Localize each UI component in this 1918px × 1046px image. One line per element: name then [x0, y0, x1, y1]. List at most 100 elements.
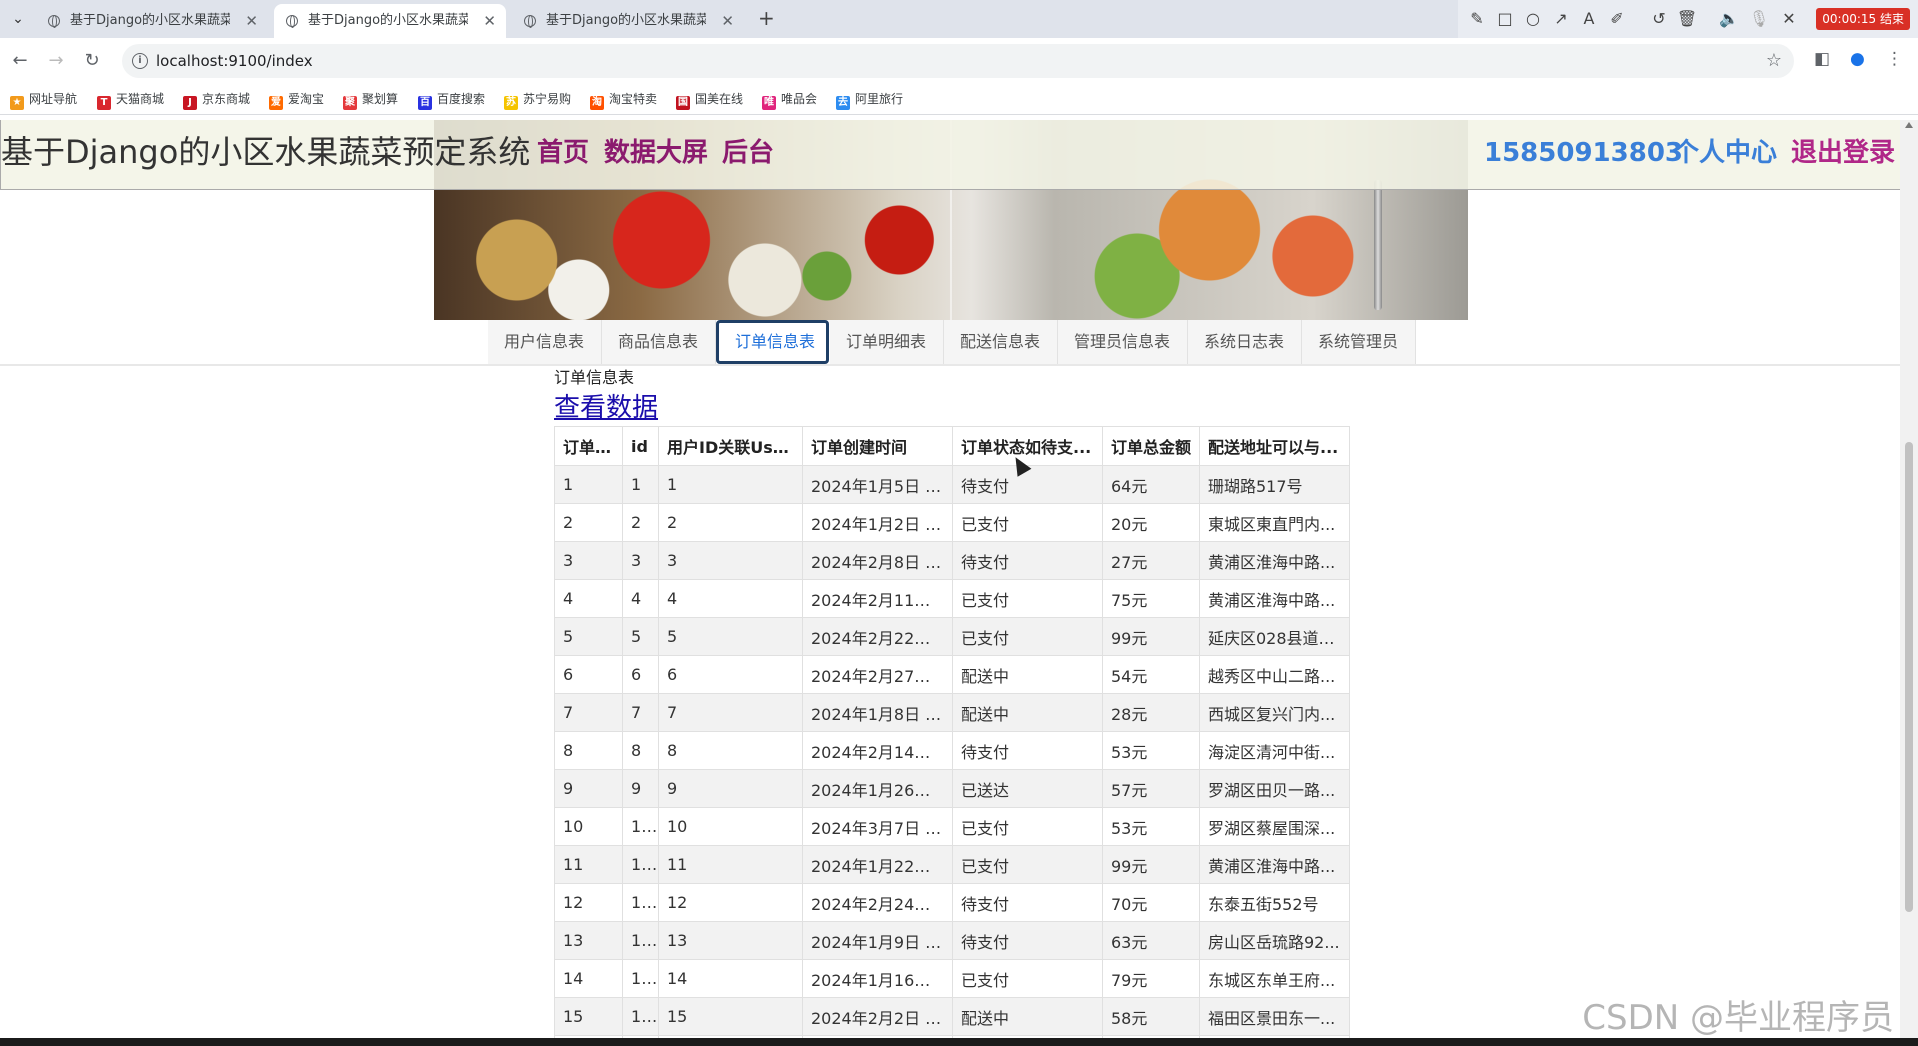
col-header-total[interactable]: 订单总金额: [1102, 426, 1200, 466]
tab-system-admin[interactable]: 系统管理员: [1302, 320, 1416, 364]
pen-icon[interactable]: ✎: [1466, 8, 1488, 30]
back-arrow-icon[interactable]: ←: [8, 49, 32, 73]
nav-admin-link[interactable]: 后台: [722, 135, 774, 171]
side-panel-icon[interactable]: ◧: [1814, 49, 1830, 69]
close-icon[interactable]: ✕: [245, 4, 258, 38]
tab-system-log[interactable]: 系统日志表: [1188, 320, 1302, 364]
table-row[interactable]: 13 13 13 2024年1月9日 0... 待支付 63元 房山区岳琉路92...: [554, 921, 1350, 960]
page-scrollbar[interactable]: [1900, 120, 1918, 1046]
table-row[interactable]: 11 11 11 2024年1月22日 ... 已支付 99元 黄浦区淮海中路...: [554, 845, 1350, 884]
reload-icon[interactable]: ↻: [80, 49, 104, 73]
bookmark-item[interactable]: ★ 网址导航: [10, 90, 77, 110]
bookmark-item[interactable]: 淘淘宝特卖: [590, 90, 658, 110]
col-header-status[interactable]: 订单状态如待支...: [952, 426, 1103, 466]
site-info-icon[interactable]: i: [132, 53, 148, 69]
cell-order-id: 6: [554, 655, 623, 694]
browser-tab-3[interactable]: 基于Django的小区水果蔬菜预定系统 ✕: [512, 4, 744, 38]
table-row[interactable]: 4 4 4 2024年2月11日 ... 已支付 75元 黄浦区淮海中路...: [554, 579, 1350, 618]
browser-tab-2[interactable]: 基于Django的小区水果蔬菜预定系统 ✕: [274, 4, 506, 38]
cell-user-id: 12: [658, 883, 803, 922]
bookmark-star-icon[interactable]: ☆: [1766, 44, 1782, 78]
table-row[interactable]: 14 14 14 2024年1月16日 ... 已支付 79元 东城区东单王府...: [554, 959, 1350, 998]
nav-home-link[interactable]: 首页: [537, 135, 589, 171]
table-row[interactable]: 2 2 2 2024年1月2日 0... 已支付 20元 東城区東直門内...: [554, 503, 1350, 542]
bookmark-favicon-icon: 苏: [504, 96, 518, 110]
tab-user-info[interactable]: 用户信息表: [488, 320, 602, 364]
bookmark-item[interactable]: J 京东商城: [183, 90, 250, 110]
kebab-menu-icon[interactable]: ⋮: [1886, 49, 1903, 69]
tab-product-info[interactable]: 商品信息表: [602, 320, 716, 364]
url-omnibox[interactable]: i localhost:9100/index ☆: [122, 44, 1794, 78]
nav-user-phone[interactable]: 15850913803: [1484, 135, 1683, 171]
tab-delivery-info[interactable]: 配送信息表: [944, 320, 1058, 364]
highlighter-icon[interactable]: ✐: [1606, 8, 1628, 30]
new-tab-plus-icon[interactable]: +: [758, 6, 775, 30]
tab-order-detail[interactable]: 订单明细表: [830, 320, 944, 364]
browser-tab-1[interactable]: 基于Django的小区水果蔬菜预定系统 ✕: [36, 4, 268, 38]
table-row[interactable]: 9 9 9 2024年1月26日 ... 已送达 57元 罗湖区田贝一路...: [554, 769, 1350, 808]
table-row[interactable]: 15 15 15 2024年2月2日 1... 配送中 58元 福田区景田东一...: [554, 997, 1350, 1036]
cell-user-id: 4: [658, 579, 803, 618]
cell-id: 5: [622, 617, 659, 656]
scroll-up-arrow-icon[interactable]: [1905, 122, 1913, 128]
close-icon[interactable]: ✕: [1778, 8, 1800, 30]
bookmark-label: 阿里旅行: [855, 92, 904, 106]
nav-dashboard-link[interactable]: 数据大屏: [604, 135, 708, 171]
record-timer-badge[interactable]: 00:00:15 结束: [1816, 8, 1910, 30]
bookmark-favicon-icon: 唯: [762, 96, 776, 110]
bookmark-item[interactable]: 爱爱淘宝: [269, 90, 324, 110]
text-icon[interactable]: A: [1578, 8, 1600, 30]
scroll-thumb[interactable]: [1905, 442, 1913, 912]
circle-icon[interactable]: ○: [1522, 8, 1544, 30]
close-icon[interactable]: ✕: [483, 4, 496, 38]
orders-table-body: 1 1 1 2024年1月5日 0... 待支付 64元 珊瑚路517号 2 2 2 2024年1月…: [554, 465, 1350, 1046]
speaker-icon[interactable]: 🔈: [1718, 8, 1740, 30]
url-text[interactable]: localhost:9100/index: [156, 44, 313, 78]
col-header-id[interactable]: id: [622, 426, 659, 466]
table-row[interactable]: 1 1 1 2024年1月5日 0... 待支付 64元 珊瑚路517号: [554, 465, 1350, 504]
cell-total: 54元: [1102, 655, 1200, 694]
cell-created-at: 2024年1月9日 0...: [802, 921, 953, 960]
trash-icon[interactable]: 🗑: [1676, 8, 1698, 30]
fork-graphic: [1374, 180, 1382, 310]
bookmark-item[interactable]: 去阿里旅行: [836, 90, 904, 110]
bookmark-item[interactable]: 苏苏宁易购: [504, 90, 571, 110]
col-header-created-at[interactable]: 订单创建时间: [802, 426, 953, 466]
col-header-order-id[interactable]: 订单ID: [554, 426, 623, 466]
bookmark-label: 淘宝特卖: [609, 92, 658, 106]
table-row[interactable]: 8 8 8 2024年2月14日 ... 待支付 53元 海淀区清河中街...: [554, 731, 1350, 770]
cell-created-at: 2024年1月5日 0...: [802, 465, 953, 504]
cell-address: 黄浦区淮海中路...: [1199, 579, 1350, 618]
profile-avatar-icon[interactable]: ●: [1850, 49, 1865, 69]
tab-admin-info[interactable]: 管理员信息表: [1058, 320, 1188, 364]
bookmark-item[interactable]: 唯唯品会: [762, 90, 817, 110]
table-row[interactable]: 5 5 5 2024年2月22日 ... 已支付 99元 延庆区028县道7...: [554, 617, 1350, 656]
screen-recorder-toolbar: ✎ □ ○ ↗ A ✐ ↺ 🗑 🔈 🎙 ✕ 00:00:15 结束: [1458, 0, 1918, 38]
bookmark-item[interactable]: 国国美在线: [676, 90, 743, 110]
tab-search-chevron-icon[interactable]: ⌄: [6, 8, 30, 30]
cell-address: 福田区景田东一...: [1199, 997, 1350, 1036]
bookmark-item[interactable]: 聚聚划算: [343, 90, 398, 110]
cell-total: 63元: [1102, 921, 1200, 960]
nav-logout-link[interactable]: 退出登录: [1791, 135, 1895, 171]
forward-arrow-icon[interactable]: →: [44, 49, 68, 73]
col-header-user-id[interactable]: 用户ID关联Users: [658, 426, 803, 466]
table-row[interactable]: 3 3 3 2024年2月8日 2... 待支付 27元 黄浦区淮海中路...: [554, 541, 1350, 580]
cell-total: 53元: [1102, 731, 1200, 770]
table-row[interactable]: 7 7 7 2024年1月8日 2... 配送中 28元 西城区复兴门内...: [554, 693, 1350, 732]
table-row[interactable]: 10 10 10 2024年3月7日 0... 已支付 53元 罗湖区蔡屋围深...: [554, 807, 1350, 846]
table-row[interactable]: 12 12 12 2024年2月24日 ... 待支付 70元 东泰五街552号: [554, 883, 1350, 922]
rectangle-icon[interactable]: □: [1494, 8, 1516, 30]
nav-profile-link[interactable]: 个人中心: [1673, 135, 1777, 171]
bookmark-item[interactable]: T 天猫商城: [97, 90, 164, 110]
cell-address: 东泰五街552号: [1199, 883, 1350, 922]
col-header-address[interactable]: 配送地址可以与...: [1199, 426, 1350, 466]
undo-icon[interactable]: ↺: [1648, 8, 1670, 30]
tab-order-info[interactable]: 订单信息表: [716, 320, 829, 364]
bookmark-item[interactable]: 百百度搜索: [418, 90, 485, 110]
view-data-link[interactable]: 查看数据: [554, 388, 658, 428]
close-icon[interactable]: ✕: [721, 4, 734, 38]
arrow-icon[interactable]: ↗: [1550, 8, 1572, 30]
table-row[interactable]: 6 6 6 2024年2月27日 ... 配送中 54元 越秀区中山二路...: [554, 655, 1350, 694]
microphone-icon[interactable]: 🎙: [1748, 8, 1770, 30]
